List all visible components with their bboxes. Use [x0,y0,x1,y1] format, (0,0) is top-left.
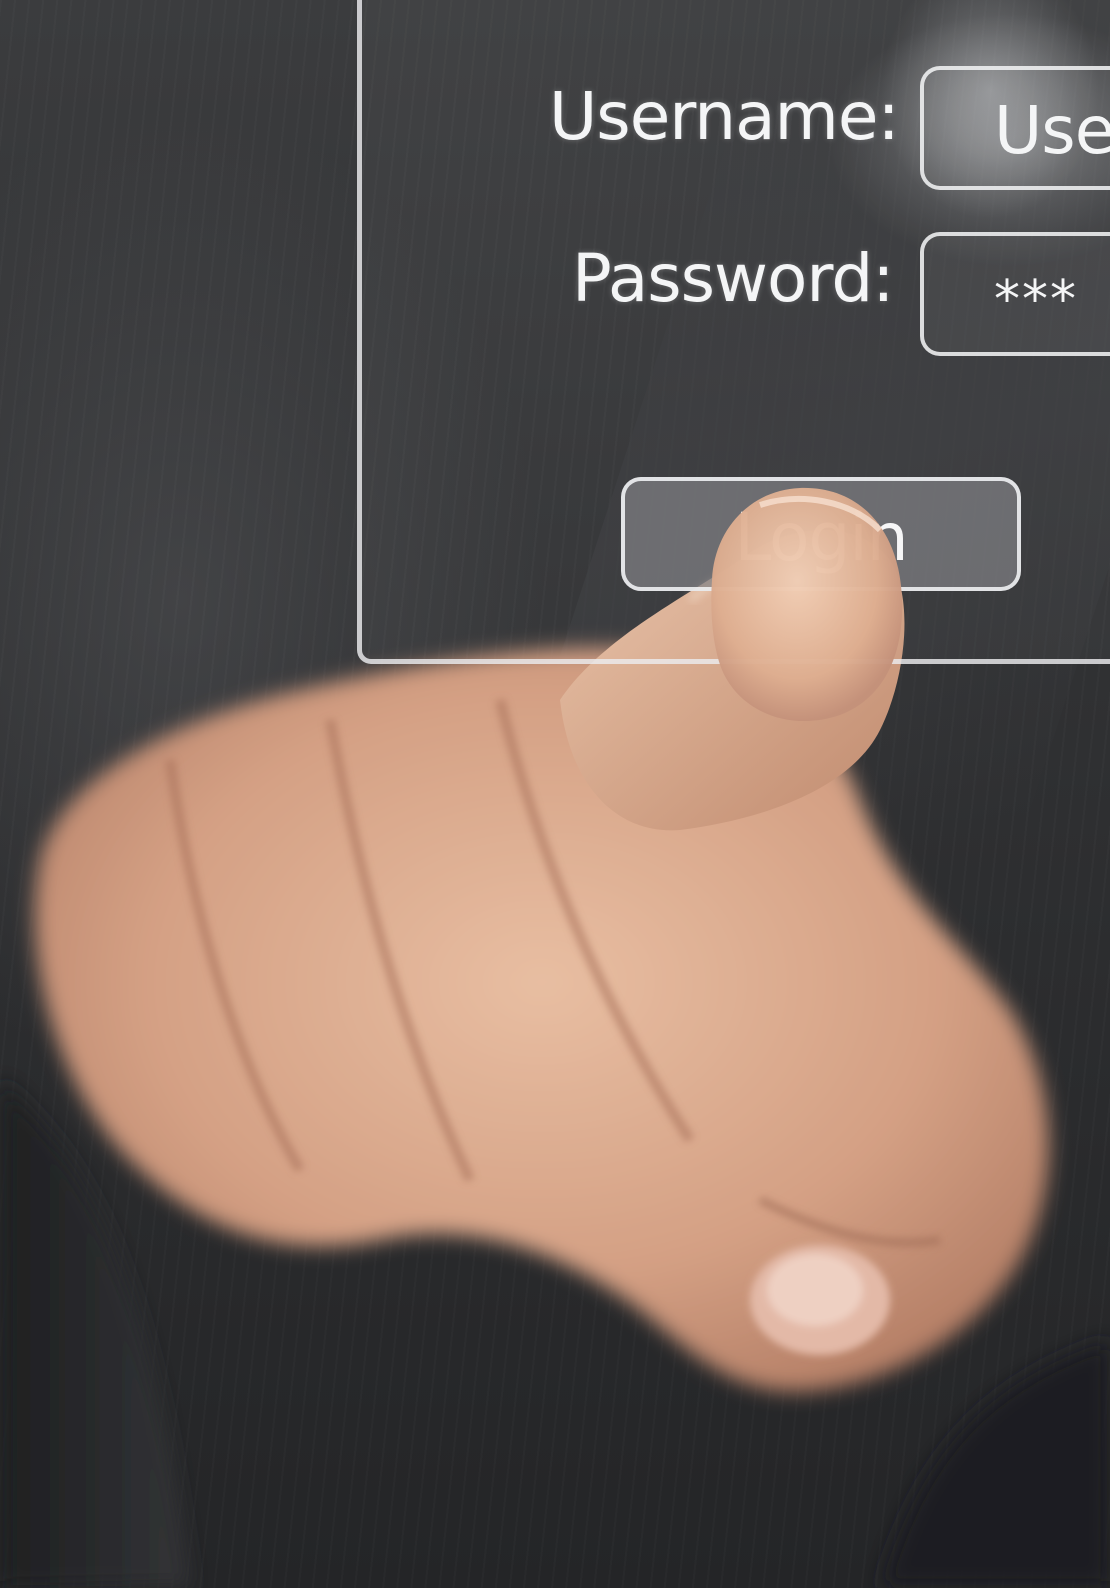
password-field-value: *** [994,270,1078,330]
username-label: Username: [549,78,900,155]
password-label: Password: [572,240,895,317]
photo-scene: Username: Use Password: *** Login [0,0,1110,1588]
username-field[interactable]: Use [920,66,1110,190]
login-button[interactable]: Login [621,477,1021,591]
password-field[interactable]: *** [920,232,1110,356]
username-field-value: Use [994,92,1110,169]
login-button-label: Login [734,499,908,576]
